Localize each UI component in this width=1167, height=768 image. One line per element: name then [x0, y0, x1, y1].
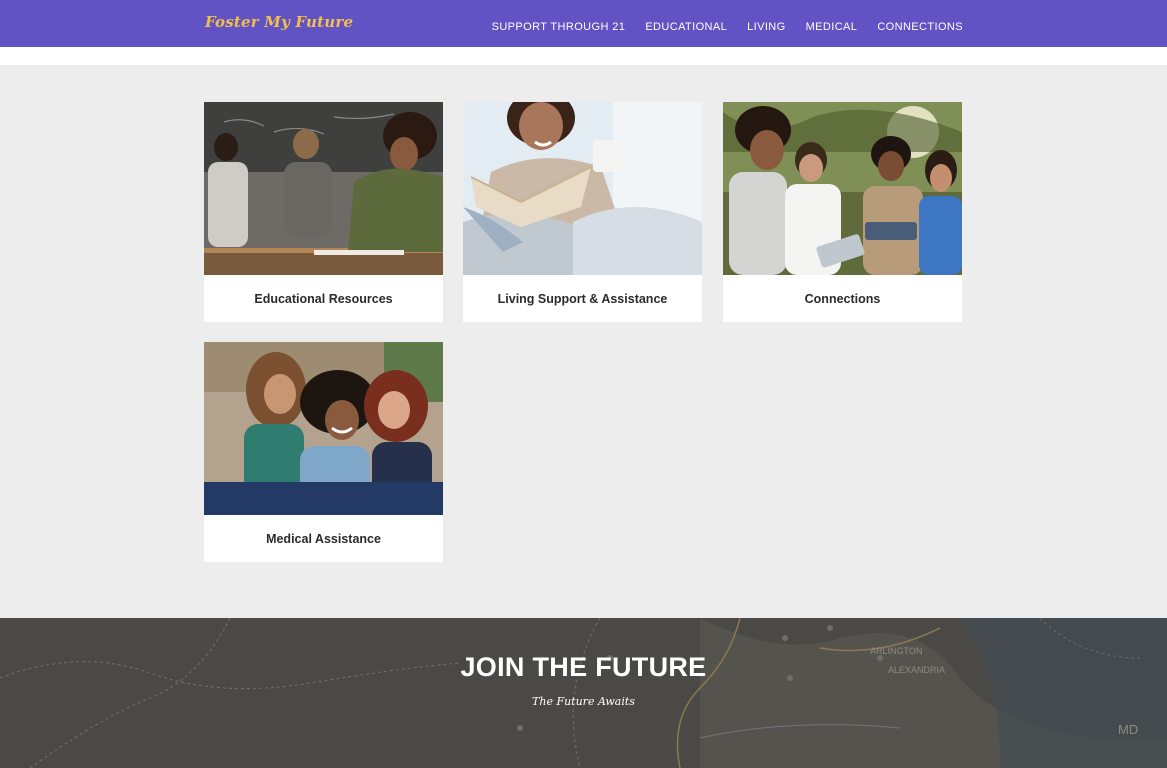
nav-link-support-through-21[interactable]: SUPPORT THROUGH 21 [492, 21, 626, 33]
card-connections[interactable]: Connections [723, 102, 962, 322]
map-background: ARLINGTON ALEXANDRIA MD [0, 618, 1167, 768]
join-title: JOIN THE FUTURE [460, 652, 707, 682]
top-navbar: Foster My Future SUPPORT THROUGH 21 EDUC… [0, 0, 1167, 47]
nav-link-connections[interactable]: CONNECTIONS [877, 21, 963, 33]
brand-logo-link[interactable]: Foster My Future [205, 13, 353, 31]
card-title: Medical Assistance [266, 531, 381, 546]
card-living-support-assistance[interactable]: Living Support & Assistance [463, 102, 702, 322]
header-divider [0, 47, 1167, 65]
card-title: Connections [804, 291, 881, 306]
nav-link-medical[interactable]: MEDICAL [806, 21, 858, 33]
classroom-students-photo [204, 102, 443, 275]
nav-menu: SUPPORT THROUGH 21 EDUCATIONAL LIVING ME… [492, 17, 963, 35]
nav-link-educational[interactable]: EDUCATIONAL [645, 21, 727, 33]
card-title: Educational Resources [254, 291, 393, 306]
card-medical-assistance[interactable]: Medical Assistance [204, 342, 443, 562]
join-subtitle: The Future Awaits [532, 695, 635, 708]
map-label-md: MD [1118, 722, 1138, 737]
join-the-future-section: ARLINGTON ALEXANDRIA MD JOIN THE FUTURE … [0, 618, 1167, 768]
card-title: Living Support & Assistance [497, 291, 668, 306]
card-educational-resources[interactable]: Educational Resources [204, 102, 443, 322]
three-friends-hugging-photo [204, 342, 443, 515]
nav-link-living[interactable]: LIVING [747, 21, 785, 33]
reading-book-photo [463, 102, 702, 275]
friends-with-tablet-photo [723, 102, 962, 275]
